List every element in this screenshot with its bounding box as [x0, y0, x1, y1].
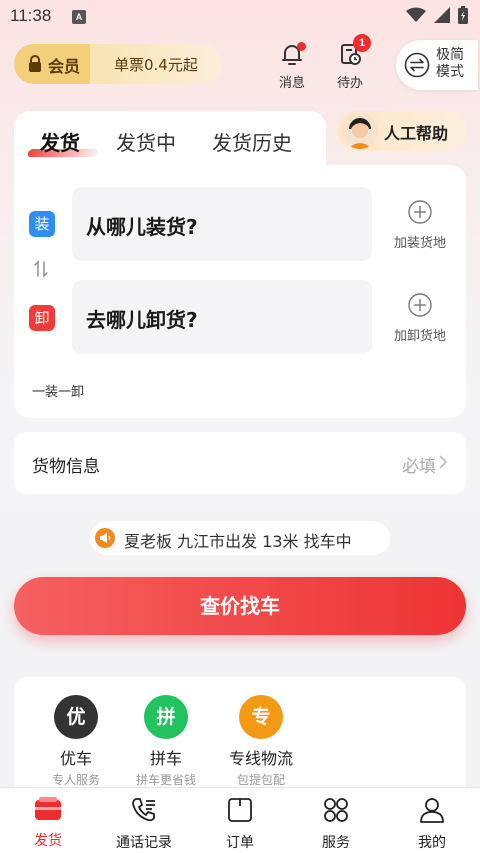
find-truck-button[interactable]: 查价找车 — [14, 577, 466, 635]
messages-unread-dot — [297, 42, 306, 51]
service-name: 拼车 — [149, 749, 182, 768]
messages-button[interactable]: 消息 — [267, 42, 317, 91]
service-premium-car[interactable]: 优 优车 专人服务 — [26, 695, 126, 788]
carpool-icon: 拼 — [144, 695, 188, 739]
human-help-button[interactable]: 人工帮助 — [338, 111, 466, 151]
truck-icon — [35, 797, 61, 820]
swap-arrows-icon — [404, 52, 430, 78]
service-subtitle: 专人服务 — [51, 773, 100, 787]
minimal-mode-button[interactable]: 极简模式 — [396, 40, 478, 90]
person-icon — [420, 798, 444, 823]
lock-icon — [29, 55, 41, 72]
service-subtitle: 拼车更省钱 — [135, 773, 196, 787]
tabbar-calls[interactable]: 通话记录 — [96, 796, 192, 852]
premium-car-icon: 优 — [54, 695, 98, 739]
tabbar-calls-label: 通话记录 — [116, 835, 172, 851]
battery-icon — [458, 6, 468, 24]
unloading-address-input[interactable]: 去哪儿卸货? — [72, 280, 372, 354]
add-loading-label: 加装货地 — [393, 236, 446, 251]
loading-tag: 装 — [29, 211, 55, 237]
todo-badge: 1 — [353, 34, 371, 52]
notification-a-icon: A — [72, 10, 86, 24]
tabbar-ship[interactable]: 发货 — [0, 796, 96, 850]
tabbar-mine-label: 我的 — [418, 835, 446, 851]
loading-placeholder: 从哪儿装货? — [86, 215, 198, 239]
messages-label: 消息 — [278, 76, 305, 91]
megaphone-icon — [95, 528, 115, 548]
plus-circle-icon — [408, 293, 432, 317]
phone-icon — [132, 798, 155, 822]
vip-promo-text: 单票0.4元起 — [114, 56, 198, 74]
tabbar-services[interactable]: 服务 — [288, 796, 384, 852]
service-name: 优车 — [59, 749, 92, 768]
tab-history[interactable]: 发货历史 — [212, 127, 292, 156]
loading-address-input[interactable]: 从哪儿装货? — [72, 187, 372, 261]
tab-shipping[interactable]: 发货中 — [116, 127, 176, 156]
tabbar-mine[interactable]: 我的 — [384, 796, 480, 852]
goods-required-hint: 必填 — [402, 457, 436, 477]
service-carpool[interactable]: 拼 拼车 拼车更省钱 — [116, 695, 216, 788]
order-icon — [228, 798, 252, 822]
tab-ship[interactable]: 发货 — [40, 127, 80, 156]
tabbar-orders[interactable]: 订单 — [192, 796, 288, 852]
todo-button[interactable]: 1 待办 — [325, 34, 375, 91]
grid-icon — [324, 798, 348, 822]
vip-label: 会员 — [48, 57, 81, 76]
goods-info-row[interactable]: 货物信息 必填 — [14, 432, 466, 494]
vip-banner[interactable]: 会员 单票0.4元起 — [14, 44, 222, 84]
status-icons — [406, 6, 468, 24]
plus-circle-icon — [408, 200, 432, 224]
wifi-icon — [406, 7, 426, 22]
swap-address-icon[interactable] — [33, 260, 49, 278]
agent-avatar — [342, 113, 378, 149]
broadcast-notice: 夏老板 九江市出发 13米 找车中 — [90, 521, 390, 555]
chevron-right-icon — [439, 455, 448, 469]
goods-info-label: 货物信息 — [32, 457, 100, 477]
human-help-label: 人工帮助 — [384, 124, 449, 143]
tabbar-orders-label: 订单 — [226, 835, 254, 851]
unloading-tag: 卸 — [29, 305, 55, 331]
services-panel: 优 优车 专人服务 拼 拼车 拼车更省钱 专 专线物流 包提包配 — [14, 677, 466, 797]
tabbar-ship-label: 发货 — [34, 833, 62, 849]
bottom-tab-bar: 发货 通话记录 订单 服务 我的 — [0, 787, 480, 853]
unloading-placeholder: 去哪儿卸货? — [86, 308, 198, 332]
dedicated-logistics-icon: 专 — [239, 695, 283, 739]
service-name: 专线物流 — [228, 749, 293, 768]
service-dedicated-logistics[interactable]: 专 专线物流 包提包配 — [211, 695, 311, 788]
mode-hint: 一装一卸 — [32, 385, 85, 400]
minimal-mode-label: 极简模式 — [436, 47, 464, 80]
status-time: 11:38 — [10, 6, 52, 25]
todo-label: 待办 — [336, 76, 363, 91]
service-subtitle: 包提包配 — [236, 773, 285, 787]
shipping-card: 发货 发货中 发货历史 — [14, 111, 466, 418]
notice-text: 夏老板 九江市出发 13米 找车中 — [124, 532, 352, 551]
status-bar: 11:38 A — [0, 0, 480, 34]
signal-icon — [434, 7, 450, 23]
add-loading-button[interactable]: 加装货地 — [390, 200, 450, 251]
add-unloading-button[interactable]: 加卸货地 — [390, 293, 450, 344]
add-unloading-label: 加卸货地 — [393, 329, 446, 344]
tabbar-services-label: 服务 — [322, 835, 350, 851]
